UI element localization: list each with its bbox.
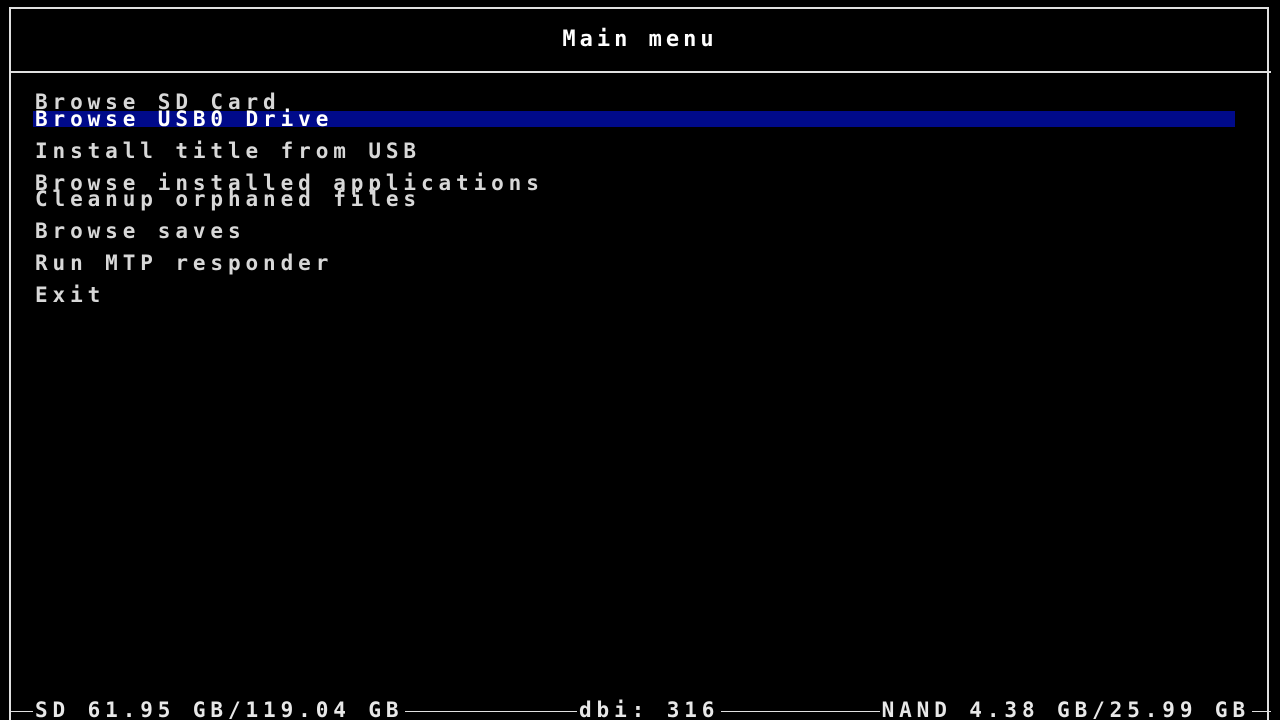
header-divider xyxy=(9,71,1271,73)
status-footer: SD 61.95 GB/119.04 GB dbi: 316 NAND 4.38… xyxy=(0,698,1280,720)
menu-item-exit[interactable]: Exit xyxy=(33,285,1235,306)
menu-item-browse-usb0-drive[interactable]: Browse USB0 Drive xyxy=(33,109,1235,130)
menu-item-cleanup-orphaned-files[interactable]: Cleanup orphaned files xyxy=(33,189,1235,210)
app-version-status: dbi: 316 xyxy=(577,698,722,720)
sd-storage-status: SD 61.95 GB/119.04 GB xyxy=(33,698,406,720)
nand-storage-status: NAND 4.38 GB/25.99 GB xyxy=(879,698,1252,720)
page-title: Main menu xyxy=(562,27,718,52)
menu-item-install-title-from-usb[interactable]: Install title from USB xyxy=(33,141,1235,162)
menu-item-browse-saves[interactable]: Browse saves xyxy=(33,221,1235,242)
menu-item-run-mtp-responder[interactable]: Run MTP responder xyxy=(33,253,1235,274)
